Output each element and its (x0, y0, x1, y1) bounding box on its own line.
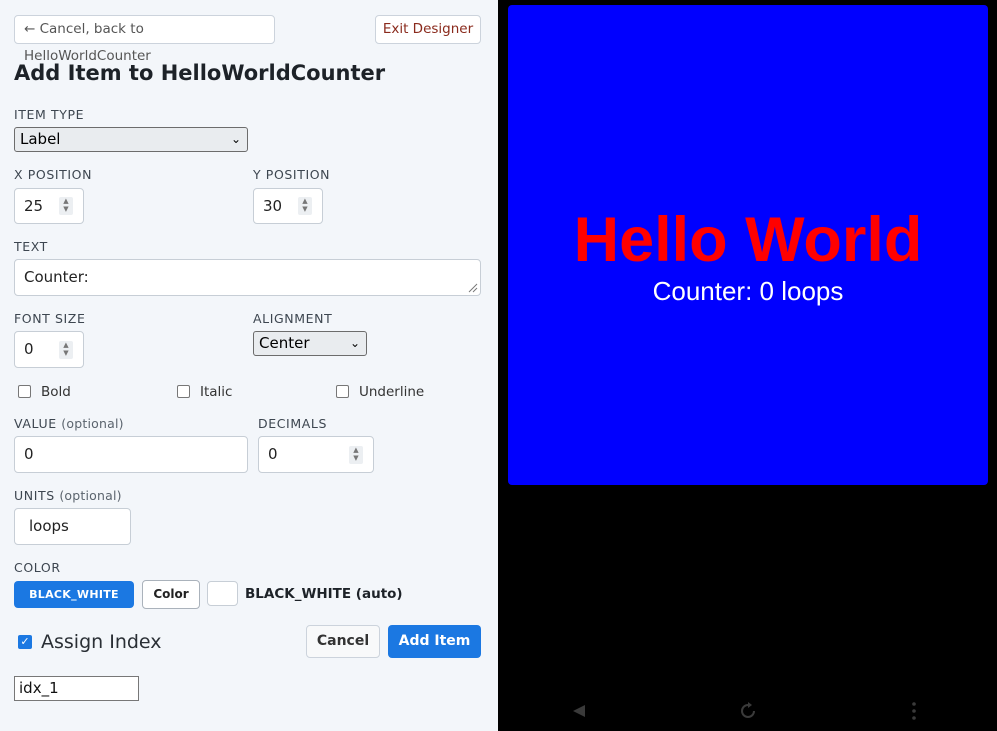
underline-label: Underline (359, 384, 425, 400)
italic-checkbox[interactable] (177, 385, 190, 398)
color-auto-label: BLACK_WHITE (auto) (245, 586, 403, 602)
decimals-input[interactable]: 0 ▲ ▼ (258, 436, 374, 473)
x-position-label: X POSITION (14, 167, 93, 182)
preview-screen: Hello World Counter: 0 loops (508, 5, 988, 485)
item-type-select[interactable]: Label ⌄ (14, 127, 248, 152)
font-size-value: 0 (24, 340, 34, 358)
stepper-icon[interactable]: ▲ ▼ (298, 197, 312, 215)
decimals-value: 0 (268, 445, 278, 463)
exit-designer-button[interactable]: Exit Designer (375, 15, 481, 44)
preview-title: Hello World (573, 205, 923, 275)
text-label: TEXT (14, 239, 48, 254)
font-size-label: FONT SIZE (14, 311, 86, 326)
add-item-button[interactable]: Add Item (388, 625, 481, 658)
text-value: Counter: (24, 268, 89, 286)
designer-panel: ← Cancel, back to HelloWorldCounter Exit… (0, 0, 498, 731)
stepper-icon[interactable]: ▲ ▼ (59, 340, 73, 359)
x-position-value: 25 (24, 197, 44, 215)
value-label-text: VALUE (14, 416, 57, 431)
chevron-down-icon: ⌄ (230, 132, 241, 146)
units-label-text: UNITS (14, 488, 55, 503)
bold-checkbox[interactable] (18, 385, 31, 398)
page-title: Add Item to HelloWorldCounter (14, 61, 386, 85)
alignment-label: ALIGNMENT (253, 311, 333, 326)
assign-index-checkbox[interactable]: ✓ (18, 635, 32, 649)
alignment-select[interactable]: Center ⌄ (253, 331, 367, 356)
y-position-value: 30 (263, 197, 283, 215)
underline-checkbox[interactable] (336, 385, 349, 398)
cancel-back-button[interactable]: ← Cancel, back to HelloWorldCounter (14, 15, 275, 64)
decimals-label: DECIMALS (258, 416, 327, 431)
index-name-input[interactable]: idx_1 (14, 676, 139, 701)
alignment-value: Center (259, 334, 310, 352)
text-textarea[interactable]: Counter: (14, 259, 481, 296)
resize-handle-icon[interactable] (467, 282, 478, 293)
y-position-input[interactable]: 30 ▲ ▼ (253, 188, 323, 224)
cancel-button[interactable]: Cancel (306, 625, 380, 658)
more-vertical-icon[interactable] (912, 702, 916, 720)
back-triangle-icon[interactable] (572, 704, 586, 718)
rotate-icon[interactable] (739, 702, 757, 720)
x-position-input[interactable]: 25 ▲ ▼ (14, 188, 84, 224)
units-input[interactable]: loops (14, 508, 131, 545)
units-optional-hint: (optional) (59, 488, 122, 503)
units-label: UNITS (optional) (14, 488, 122, 503)
value-input[interactable]: 0 (14, 436, 248, 473)
item-type-label: ITEM TYPE (14, 107, 85, 122)
bold-label: Bold (41, 384, 71, 400)
chevron-down-icon: ⌄ (349, 336, 360, 350)
italic-label: Italic (200, 384, 233, 400)
stepper-icon[interactable]: ▲ ▼ (59, 197, 73, 215)
color-picker-button[interactable]: Color (142, 580, 200, 609)
stepper-icon[interactable]: ▲ ▼ (349, 445, 363, 464)
units-value: loops (29, 517, 69, 535)
nav-bar (498, 690, 997, 731)
y-position-label: Y POSITION (253, 167, 331, 182)
font-size-input[interactable]: 0 ▲ ▼ (14, 331, 84, 368)
device-preview: Hello World Counter: 0 loops (498, 0, 997, 731)
value-value: 0 (24, 445, 34, 463)
assign-index-label: Assign Index (41, 631, 162, 653)
value-optional-hint: (optional) (61, 416, 124, 431)
item-type-value: Label (20, 130, 61, 148)
black-white-button[interactable]: BLACK_WHITE (14, 581, 134, 608)
color-swatch[interactable] (207, 581, 238, 606)
preview-counter: Counter: 0 loops (652, 276, 844, 306)
value-label: VALUE (optional) (14, 416, 124, 431)
color-label: COLOR (14, 560, 61, 575)
